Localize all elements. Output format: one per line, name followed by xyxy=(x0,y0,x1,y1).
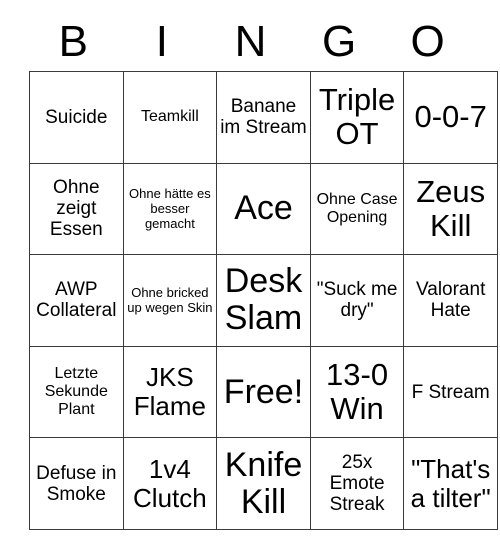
bingo-cell-label: Ohne Case Opening xyxy=(316,190,398,226)
bingo-cell-label: Ohne bricked up wegen Skin xyxy=(127,285,213,316)
bingo-cell[interactable]: 25x Emote Streak xyxy=(309,437,405,530)
bingo-cell-label: F Stream xyxy=(411,381,490,403)
bingo-cell-label: Letzte Sekunde Plant xyxy=(44,365,108,419)
bingo-cell[interactable]: Knife Kill xyxy=(216,437,311,530)
bingo-cell-label: 13-0 Win xyxy=(326,357,389,427)
bingo-cell[interactable]: Ace xyxy=(216,162,311,256)
bingo-card: B I N G O Suicide Teamkill Banane im Str… xyxy=(29,0,498,530)
bingo-row: Suicide Teamkill Banane im Stream Triple… xyxy=(29,71,498,164)
bingo-row: Defuse in Smoke 1v4 Clutch Knife Kill 25… xyxy=(29,437,498,530)
bingo-cell-label: Teamkill xyxy=(140,108,199,126)
bingo-header-row: B I N G O xyxy=(29,0,472,71)
bingo-cell[interactable]: Valorant Hate xyxy=(403,254,498,347)
bingo-header-letter-i: I xyxy=(155,17,168,66)
bingo-cell-label: 25x Emote Streak xyxy=(329,452,385,516)
bingo-cell-label: 1v4 Clutch xyxy=(133,453,207,513)
bingo-cell-label: AWP Collateral xyxy=(36,279,117,322)
bingo-row: Letzte Sekunde Plant JKS Flame Free! 13-… xyxy=(29,345,498,439)
bingo-header-letter-n: N xyxy=(234,17,267,66)
bingo-cell-label: Banane im Stream xyxy=(220,96,307,139)
bingo-cell[interactable]: Suicide xyxy=(29,71,124,164)
bingo-header-letter-g: G xyxy=(321,17,357,66)
bingo-cell[interactable]: Triple OT xyxy=(309,71,405,164)
bingo-cell-label: 0-0-7 xyxy=(414,99,487,135)
bingo-cell-free[interactable]: Free! xyxy=(216,345,311,439)
bingo-cell-label: Knife Kill xyxy=(224,445,303,521)
bingo-cell[interactable]: F Stream xyxy=(403,345,498,439)
bingo-cell[interactable]: Ohne bricked up wegen Skin xyxy=(122,254,218,347)
bingo-row: AWP Collateral Ohne bricked up wegen Ski… xyxy=(29,254,498,347)
bingo-row: Ohne zeigt Essen Ohne hätte es besser ge… xyxy=(29,162,498,256)
bingo-cell-label: Desk Slam xyxy=(224,262,303,338)
bingo-cell[interactable]: "That's a tilter" xyxy=(403,437,498,530)
bingo-header-letter-b: B xyxy=(58,17,88,66)
bingo-cell-label: Free! xyxy=(223,372,304,411)
bingo-cell-label: JKS Flame xyxy=(133,362,207,422)
bingo-cell-label: "That's a tilter" xyxy=(410,453,491,513)
bingo-cell[interactable]: 13-0 Win xyxy=(309,345,405,439)
bingo-cell-label: Ohne zeigt Essen xyxy=(49,177,103,241)
bingo-cell[interactable]: 1v4 Clutch xyxy=(122,437,218,530)
bingo-cell-label: Defuse in Smoke xyxy=(36,462,117,505)
bingo-cell[interactable]: Ohne zeigt Essen xyxy=(29,162,124,256)
bingo-cell[interactable]: Zeus Kill xyxy=(403,162,498,256)
bingo-cell[interactable]: AWP Collateral xyxy=(29,254,124,347)
bingo-cell[interactable]: JKS Flame xyxy=(122,345,218,439)
bingo-header-letter-o: O xyxy=(410,17,445,66)
bingo-cell[interactable]: Banane im Stream xyxy=(216,71,311,164)
bingo-cell-label: Zeus Kill xyxy=(416,173,486,243)
bingo-cell-label: Valorant Hate xyxy=(415,279,486,322)
bingo-cell[interactable]: Teamkill xyxy=(122,71,218,164)
bingo-cell[interactable]: Desk Slam xyxy=(216,254,311,347)
bingo-cell[interactable]: 0-0-7 xyxy=(403,71,498,164)
bingo-cell[interactable]: Ohne hätte es besser gemacht xyxy=(122,162,218,256)
bingo-cell-label: Triple OT xyxy=(318,82,396,152)
bingo-cell[interactable]: Ohne Case Opening xyxy=(309,162,405,256)
bingo-cell[interactable]: "Suck me dry" xyxy=(309,254,405,347)
bingo-cell-label: Ohne hätte es besser gemacht xyxy=(129,186,211,232)
bingo-grid: Suicide Teamkill Banane im Stream Triple… xyxy=(29,71,498,530)
bingo-cell[interactable]: Defuse in Smoke xyxy=(29,437,124,530)
bingo-cell-label: Suicide xyxy=(45,106,108,128)
bingo-cell[interactable]: Letzte Sekunde Plant xyxy=(29,345,124,439)
bingo-cell-label: Ace xyxy=(234,189,293,228)
bingo-cell-label: "Suck me dry" xyxy=(316,279,398,322)
